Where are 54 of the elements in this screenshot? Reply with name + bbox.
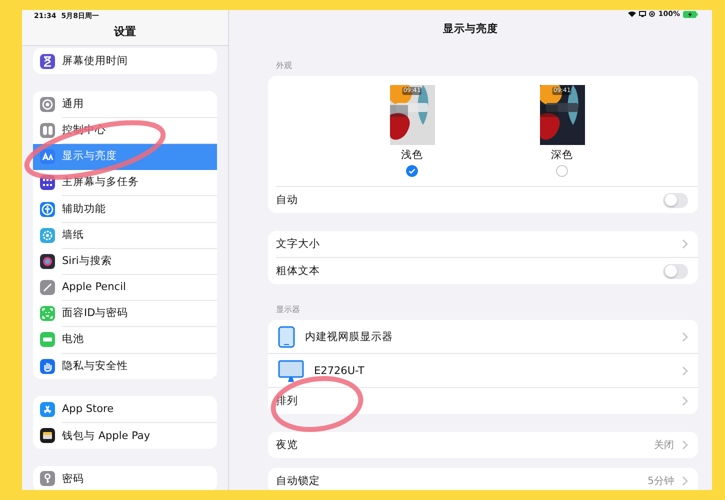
rotation-lock-icon	[649, 11, 656, 17]
sidebar-item[interactable]: 面容ID与密码	[33, 300, 217, 327]
row-label: 自动	[276, 193, 299, 207]
chevron-icon	[682, 476, 688, 486]
chevron-icon	[682, 239, 688, 249]
settings-row[interactable]: 排列	[276, 388, 698, 414]
sidebar-item[interactable]: 通用	[33, 91, 217, 118]
toggle-switch[interactable]	[663, 192, 688, 208]
sidebar-title: 设置	[112, 24, 137, 40]
screen-mirroring-icon	[639, 11, 646, 17]
row-label: 自动锁定	[276, 474, 321, 488]
section-header: 外观	[275, 60, 293, 72]
row-value: 关闭	[654, 438, 674, 452]
sidebar-item[interactable]: App Store	[33, 396, 217, 422]
sidebar-item[interactable]: 密码	[33, 466, 217, 490]
sidebar-item[interactable]: 隐私与安全性	[33, 353, 217, 380]
sidebar-item[interactable]: 钱包与 Apple Pay	[33, 422, 217, 449]
monitor-icon	[278, 360, 304, 382]
sidebar-item[interactable]: 屏幕使用时间	[33, 48, 217, 74]
row-label: 粗体文本	[276, 264, 321, 278]
page-title: 显示与亮度	[442, 22, 499, 37]
chevron-icon	[682, 332, 688, 342]
sidebar-item[interactable]: 主屏幕与多任务	[33, 170, 217, 196]
section-header: 显示器	[275, 304, 301, 316]
toggle-switch[interactable]	[663, 264, 688, 278]
sidebar-item[interactable]: Apple Pencil	[33, 274, 217, 301]
settings-row[interactable]: 内建视网膜显示器	[268, 320, 698, 354]
sidebar-item[interactable]: 电池	[33, 326, 217, 354]
row-label: 夜览	[276, 438, 299, 452]
row-label: 内建视网膜显示器	[305, 330, 394, 344]
settings-row[interactable]: 粗体文本	[276, 258, 698, 284]
settings-row[interactable]: 自动锁定 5分钟	[276, 468, 698, 490]
tablet-icon	[278, 326, 295, 348]
radio-checked-icon[interactable]	[406, 165, 418, 177]
battery-charging-icon	[683, 10, 698, 18]
wallpaper-preview-drawing[interactable]	[540, 85, 584, 145]
settings-row[interactable]: E2726U-T	[268, 354, 698, 388]
theme-label: 深色	[551, 148, 573, 162]
sidebar-item[interactable]: 墙纸	[33, 222, 217, 248]
sidebar-item[interactable]: Siri与搜索	[33, 248, 217, 274]
radio-unchecked-icon[interactable]	[556, 165, 568, 177]
settings-row[interactable]: 夜览 关闭	[276, 432, 698, 458]
settings-row[interactable]: 文字大小	[276, 231, 698, 258]
row-label: E2726U-T	[314, 364, 366, 378]
row-value: 5分钟	[648, 474, 674, 488]
chevron-icon	[682, 440, 688, 450]
row-label: 排列	[276, 394, 299, 408]
theme-label: 浅色	[401, 148, 423, 162]
wifi-icon	[628, 11, 636, 17]
chevron-icon	[682, 396, 688, 406]
row-label: 文字大小	[276, 237, 321, 251]
wallpaper-preview-drawing[interactable]	[390, 85, 434, 145]
sidebar-item[interactable]: 辅助功能	[33, 196, 217, 222]
chevron-icon	[682, 366, 688, 376]
